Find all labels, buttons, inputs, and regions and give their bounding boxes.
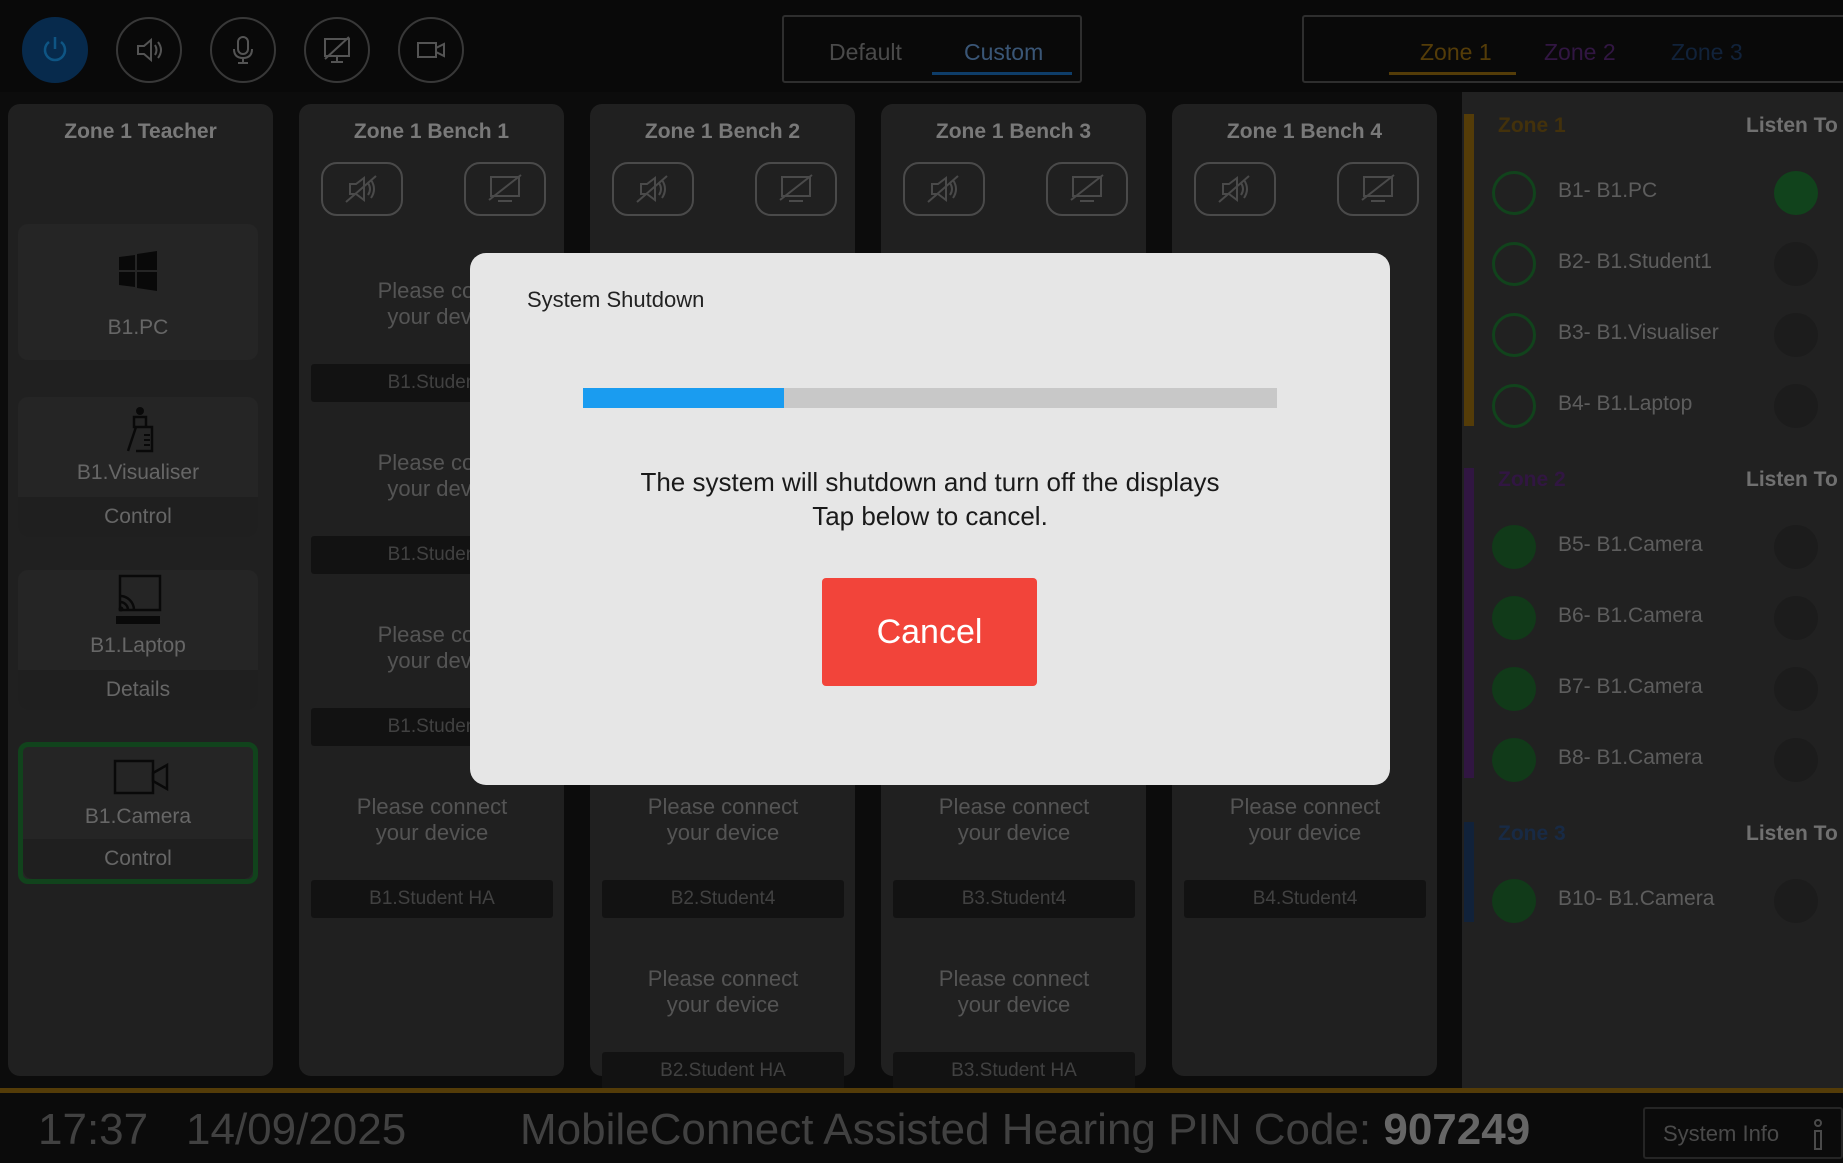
dialog-instruction: Tap below to cancel. xyxy=(812,501,1048,531)
dialog-message: The system will shutdown and turn off th… xyxy=(640,467,1220,497)
progress-fill xyxy=(583,388,785,408)
dialog-title: System Shutdown xyxy=(527,287,705,312)
shutdown-dialog: System Shutdown The system will shutdown… xyxy=(470,253,1390,785)
cancel-button[interactable]: Cancel xyxy=(822,578,1037,686)
shutdown-progress-bar xyxy=(583,388,1277,408)
app-root: Default Custom Zone 1 Zone 2 Zone 3 Zone… xyxy=(0,0,1843,1163)
